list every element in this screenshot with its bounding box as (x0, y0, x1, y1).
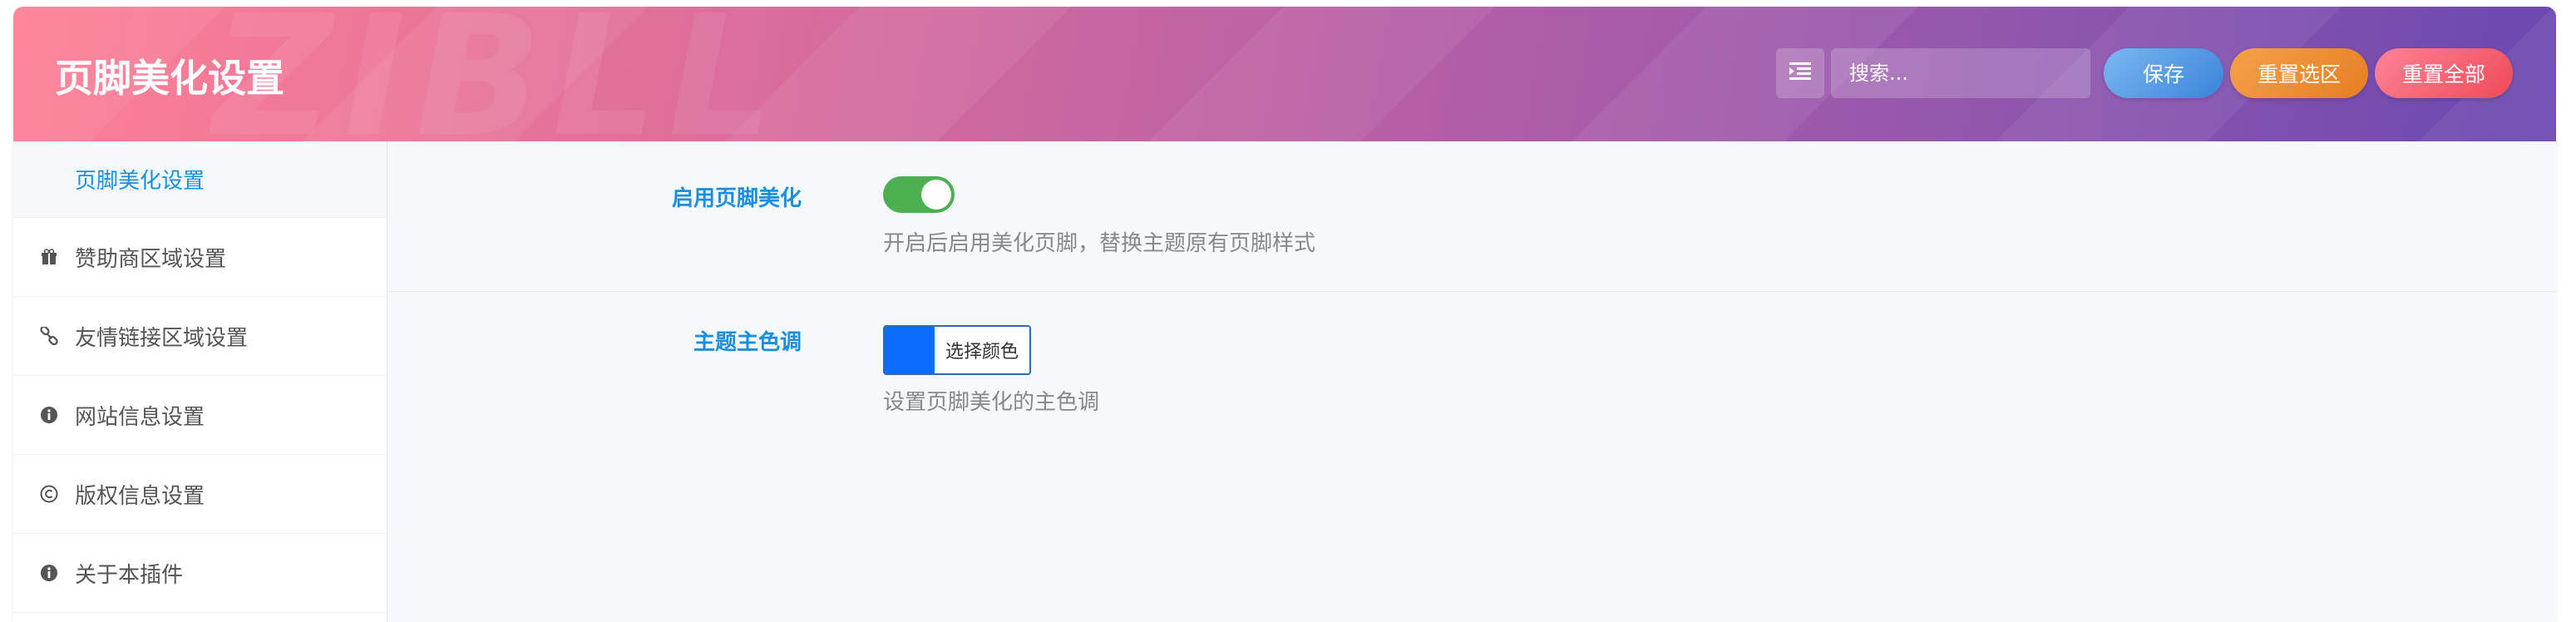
setting-row-theme-color: 主题主色调 选择颜色 设置页脚美化的主色调 (387, 292, 2556, 622)
link-icon (40, 327, 58, 345)
indent-list-icon (1789, 62, 1811, 84)
sidebar-item-footer-style[interactable]: 页脚美化设置 (13, 141, 387, 218)
menu-toggle-button[interactable] (1776, 48, 1824, 98)
toggle-knob (921, 180, 951, 210)
sidebar-item-friend-links[interactable]: 友情链接区域设置 (13, 297, 387, 376)
info-icon (40, 406, 58, 424)
info-icon (40, 564, 58, 582)
save-button[interactable]: 保存 (2104, 48, 2223, 98)
theme-color-label: 主题主色调 (693, 330, 802, 355)
sidebar-item-sponsor[interactable]: 赞助商区域设置 (13, 218, 387, 297)
sidebar-item-label: 关于本插件 (75, 562, 184, 588)
header-toolbar: 保存 重置选区 重置全部 (1776, 48, 2513, 98)
watermark: ZIBLL (213, 7, 784, 141)
theme-color-description: 设置页脚美化的主色调 (883, 390, 1100, 415)
page-title: 页脚美化设置 (55, 56, 284, 101)
color-swatch (885, 327, 935, 373)
sidebar-item-label: 友情链接区域设置 (75, 325, 249, 351)
header: ZIBLL 页脚美化设置 保存 重置选区 重置全部 (13, 7, 2556, 141)
color-picker-label: 选择颜色 (945, 342, 1019, 363)
enable-description: 开启后启用美化页脚，替换主题原有页脚样式 (883, 231, 1316, 256)
reset-section-button[interactable]: 重置选区 (2230, 48, 2368, 98)
enable-toggle[interactable] (883, 176, 955, 213)
settings-content: 启用页脚美化 开启后启用美化页脚，替换主题原有页脚样式 主题主色调 选择颜色 设… (387, 141, 2556, 622)
settings-panel: ZIBLL 页脚美化设置 保存 重置选区 重置全部 (13, 7, 2556, 622)
sidebar-item-label: 版权信息设置 (75, 483, 205, 509)
sidebar-item-label: 网站信息设置 (75, 404, 205, 430)
sidebar-item-about[interactable]: 关于本插件 (13, 534, 387, 613)
sidebar-item-copyright[interactable]: 版权信息设置 (13, 455, 387, 534)
sidebar-item-label: 赞助商区域设置 (75, 246, 227, 272)
setting-row-enable: 启用页脚美化 开启后启用美化页脚，替换主题原有页脚样式 (387, 141, 2556, 292)
copyright-icon (40, 485, 58, 503)
enable-label: 启用页脚美化 (671, 186, 802, 211)
sidebar: 页脚美化设置 赞助商区域设置 友情链接区域设置 网站信息设置 版权信息设置 关于… (13, 141, 387, 622)
color-picker-button[interactable]: 选择颜色 (883, 325, 1031, 375)
gift-icon (40, 248, 58, 266)
reset-all-button[interactable]: 重置全部 (2375, 48, 2513, 98)
sidebar-item-site-info[interactable]: 网站信息设置 (13, 376, 387, 455)
search-input[interactable] (1831, 48, 2090, 98)
sidebar-item-label: 页脚美化设置 (75, 169, 205, 194)
